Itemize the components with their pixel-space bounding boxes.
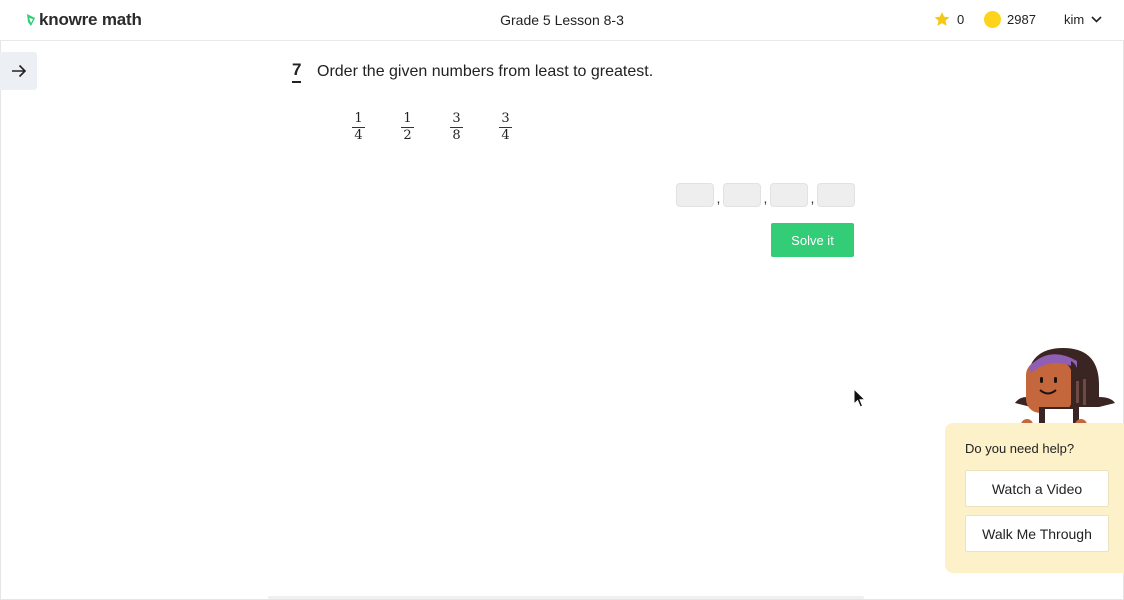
answer-separator: , (716, 190, 721, 206)
chevron-down-icon (1091, 16, 1102, 23)
fraction-denominator: 8 (452, 128, 461, 143)
coin-icon (984, 11, 1001, 28)
walk-me-through-button[interactable]: Walk Me Through (965, 515, 1109, 552)
question-number: 7 (292, 61, 302, 83)
help-title: Do you need help? (965, 441, 1075, 456)
fraction-numerator: 3 (452, 111, 461, 126)
sidebar-toggle-button[interactable] (0, 52, 37, 90)
watch-video-button[interactable]: Watch a Video (965, 470, 1109, 507)
solve-button[interactable]: Solve it (771, 223, 854, 257)
bottom-scrollbar[interactable] (268, 596, 864, 599)
fraction-denominator: 2 (403, 128, 412, 143)
answer-slot-4[interactable] (817, 183, 855, 207)
user-name: kim (1064, 12, 1085, 27)
fraction-numerator: 1 (403, 111, 412, 126)
star-count: 0 (933, 11, 964, 28)
help-panel: Do you need help? Watch a Video Walk Me … (945, 423, 1124, 573)
given-fractions: 1 4 1 2 3 8 3 4 (350, 112, 546, 143)
answer-slots: , , , (676, 183, 855, 207)
answer-slot-1[interactable] (676, 183, 714, 207)
user-menu[interactable]: kim (1064, 12, 1102, 27)
fraction: 1 2 (399, 112, 416, 143)
helper-character-icon (1015, 348, 1115, 431)
fraction: 1 4 (350, 112, 367, 143)
fraction: 3 8 (448, 112, 465, 143)
fraction-numerator: 3 (501, 111, 510, 126)
fraction-numerator: 1 (354, 111, 363, 126)
fraction-denominator: 4 (354, 128, 363, 143)
mouse-pointer-icon (853, 388, 867, 408)
question-prompt: Order the given numbers from least to gr… (317, 63, 654, 80)
arrow-right-icon (11, 64, 26, 78)
answer-slot-2[interactable] (723, 183, 761, 207)
fraction-denominator: 4 (501, 128, 510, 143)
fraction: 3 4 (497, 112, 514, 143)
answer-slot-3[interactable] (770, 183, 808, 207)
coin-count: 2987 (984, 11, 1036, 28)
star-icon (934, 12, 950, 26)
coin-count-value: 2987 (1007, 12, 1036, 27)
star-count-value: 0 (957, 12, 965, 27)
answer-separator: , (763, 190, 768, 206)
top-header: knowre math Grade 5 Lesson 8-3 0 2987 ki… (0, 0, 1124, 41)
answer-separator: , (810, 190, 815, 206)
